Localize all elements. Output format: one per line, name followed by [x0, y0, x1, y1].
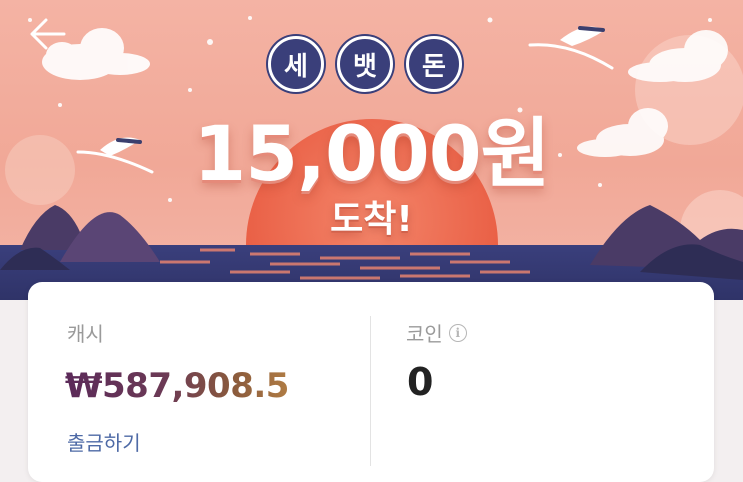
promo-banner: 세 뱃 돈 15,000원 도착!: [0, 0, 743, 300]
wallet-card: 캐시 ₩587,908.5 출금하기 코인 i 0: [28, 282, 714, 482]
crane-right: [528, 26, 614, 70]
back-button[interactable]: [26, 14, 70, 54]
promo-amount: 15,000원: [193, 109, 550, 198]
back-arrow-icon: [30, 18, 66, 50]
info-icon[interactable]: i: [448, 323, 467, 342]
cash-label: 캐시: [67, 322, 104, 346]
coin-balance: 0: [407, 360, 434, 404]
withdraw-link[interactable]: 출금하기: [67, 427, 141, 456]
title-badges: 세 뱃 돈: [268, 36, 462, 92]
coin-label-row: 코인 i: [406, 318, 467, 347]
title-badge: 세: [268, 36, 324, 92]
title-badge: 돈: [406, 36, 462, 92]
title-badge: 뱃: [337, 36, 393, 92]
cash-balance: ₩587,908.5: [65, 366, 289, 406]
promo-arrive-text: 도착!: [330, 199, 413, 240]
coin-label: 코인: [406, 322, 443, 346]
divider: [370, 316, 371, 466]
